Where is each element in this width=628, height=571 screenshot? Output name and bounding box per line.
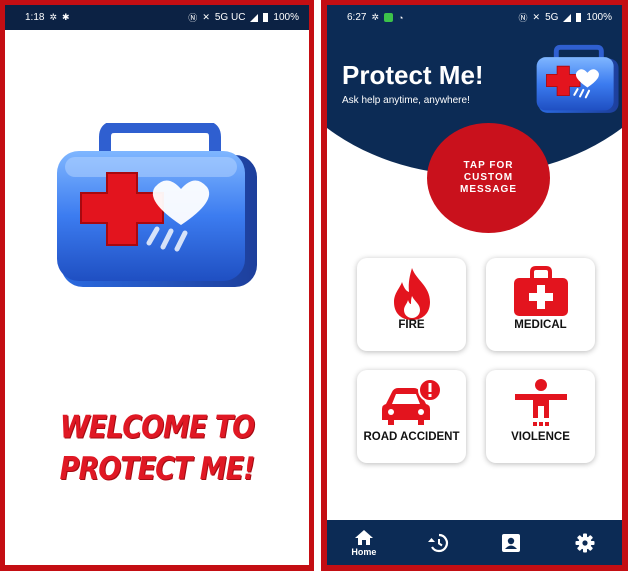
road-accident-button[interactable]: ROAD ACCIDENT (357, 370, 466, 463)
welcome-heading: WELCOME TO PROTECT ME! (59, 409, 256, 487)
car-crash-icon (381, 378, 442, 425)
mute-icon: ✕ (532, 12, 541, 22)
signal-icon (250, 13, 259, 22)
splash-phone-frame: 1:18 ✲ ✱ Ⓝ ✕ 5G UC 100% WELCOME TO PROTE… (0, 0, 314, 571)
first-aid-kit-icon (57, 123, 257, 287)
settings-status-icon: ✲ (49, 12, 58, 22)
app-title: Protect Me! (342, 60, 484, 90)
status-time: 6:27 (347, 12, 367, 23)
splash-screen: 1:18 ✲ ✱ Ⓝ ✕ 5G UC 100% WELCOME TO PROTE… (5, 5, 309, 565)
nfc-icon: Ⓝ (518, 13, 528, 23)
app-status-icon: ✱ (62, 12, 70, 22)
signal-icon (563, 13, 572, 22)
medical-label: MEDICAL (514, 319, 567, 331)
nav-home[interactable]: Home (339, 529, 389, 557)
medical-kit-icon (513, 266, 568, 316)
settings-status-icon: ✲ (371, 12, 380, 22)
app-subtitle: Ask help anytime, anywhere! (342, 95, 470, 106)
fire-button[interactable]: FIRE (357, 258, 466, 351)
network-type: 5G UC (214, 12, 246, 23)
home-phone-frame: 6:27 ✲ ◔ Ⓝ ✕ 5G 100% Protect Me! Ask hel… (321, 0, 628, 571)
home-screen: 6:27 ✲ ◔ Ⓝ ✕ 5G 100% Protect Me! Ask hel… (327, 5, 622, 565)
battery-icon (576, 13, 582, 22)
nav-settings[interactable] (560, 533, 610, 553)
violence-label: VIOLENCE (511, 431, 570, 443)
history-icon (427, 533, 448, 552)
road-accident-label: ROAD ACCIDENT (363, 431, 460, 443)
custom-message-button[interactable]: TAP FOR CUSTOM MESSAGE (427, 123, 550, 233)
network-type: 5G (545, 12, 559, 23)
nav-history[interactable] (413, 533, 463, 553)
nfc-icon: Ⓝ (188, 13, 198, 23)
app-badge-icon (384, 13, 394, 22)
fire-icon (393, 268, 430, 320)
fire-label: FIRE (398, 319, 425, 331)
status-bar: 6:27 ✲ ◔ Ⓝ ✕ 5G 100% (327, 5, 622, 30)
first-aid-kit-icon (536, 44, 619, 113)
settings-icon (575, 533, 595, 552)
nav-contacts[interactable] (486, 533, 536, 553)
home-icon (354, 529, 373, 545)
bottom-navigation: Home (327, 520, 622, 565)
status-bar: 1:18 ✲ ✱ Ⓝ ✕ 5G UC 100% (5, 5, 309, 30)
mute-icon: ✕ (202, 12, 210, 22)
battery-level: 100% (273, 12, 299, 23)
sync-status-icon: ◔ (398, 12, 404, 23)
battery-level: 100% (586, 12, 612, 23)
contacts-icon (502, 533, 521, 552)
person-alert-icon (514, 379, 567, 426)
medical-button[interactable]: MEDICAL (486, 258, 595, 351)
nav-home-label: Home (351, 546, 377, 557)
battery-icon (263, 13, 269, 22)
status-time: 1:18 (25, 12, 45, 23)
violence-button[interactable]: VIOLENCE (486, 370, 595, 463)
